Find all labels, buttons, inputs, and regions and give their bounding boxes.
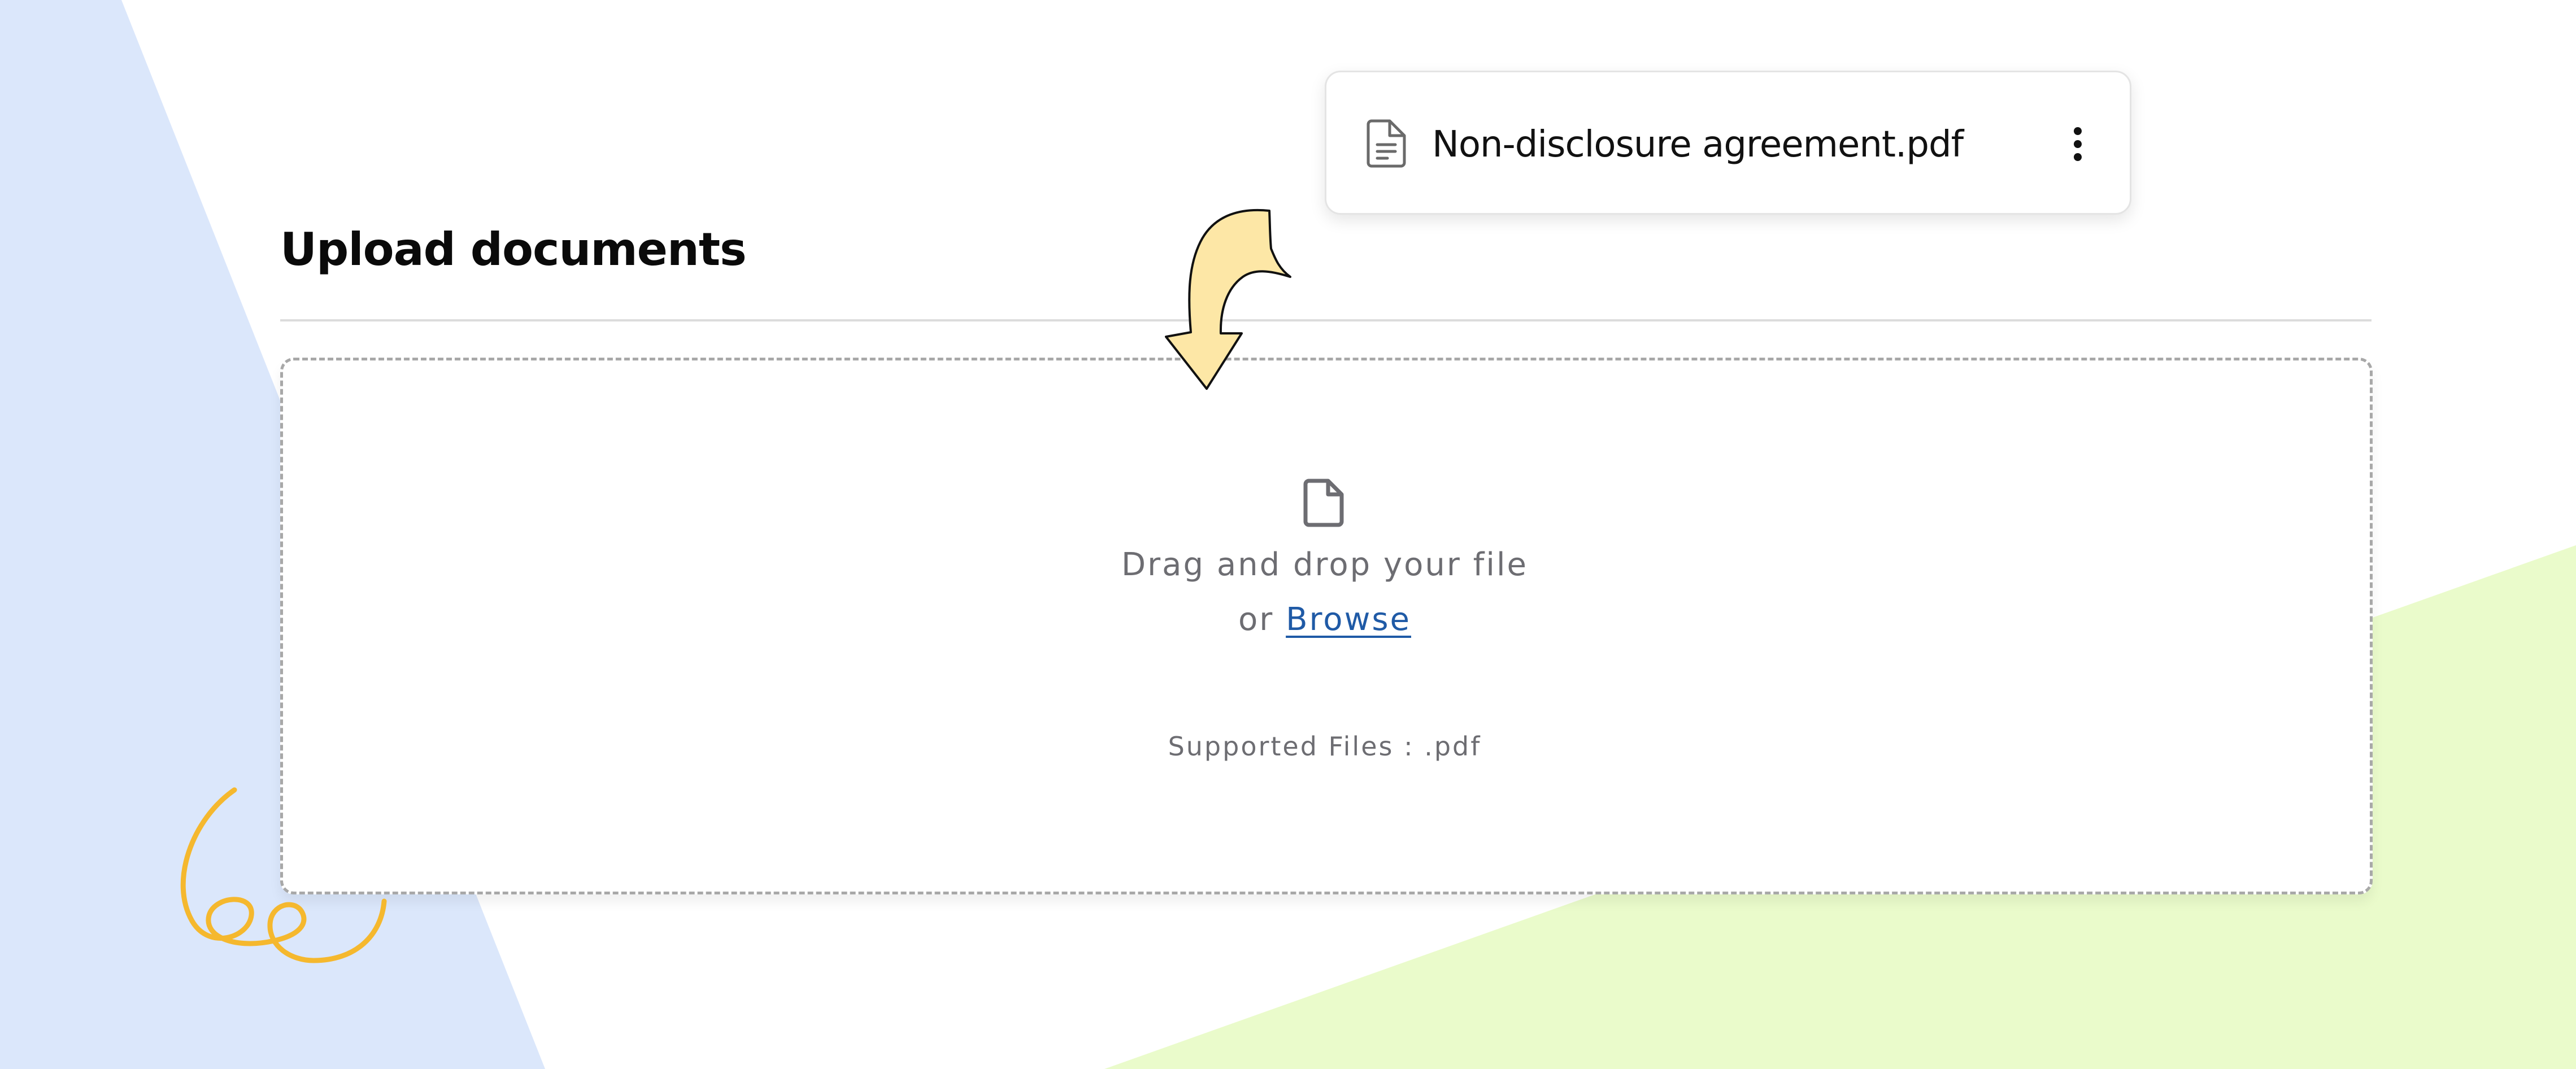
title-divider (280, 319, 2372, 321)
dropzone-browse-line: or Browse (1006, 598, 1644, 641)
more-vertical-icon[interactable] (2065, 125, 2090, 163)
browse-link[interactable]: Browse (1286, 601, 1411, 638)
dropzone-instruction: Drag and drop your file (1121, 546, 1528, 583)
supported-files-text: Supported Files : .pdf (1168, 731, 1482, 762)
document-text-icon (1367, 119, 1406, 168)
page-title: Upload documents (280, 223, 747, 276)
file-name: Non-disclosure agreement.pdf (1432, 124, 1964, 166)
squiggle-decoration (180, 787, 387, 963)
curved-arrow-icon (1165, 208, 1291, 390)
file-icon (1303, 479, 1344, 527)
dropzone-or-text: or (1238, 601, 1286, 638)
